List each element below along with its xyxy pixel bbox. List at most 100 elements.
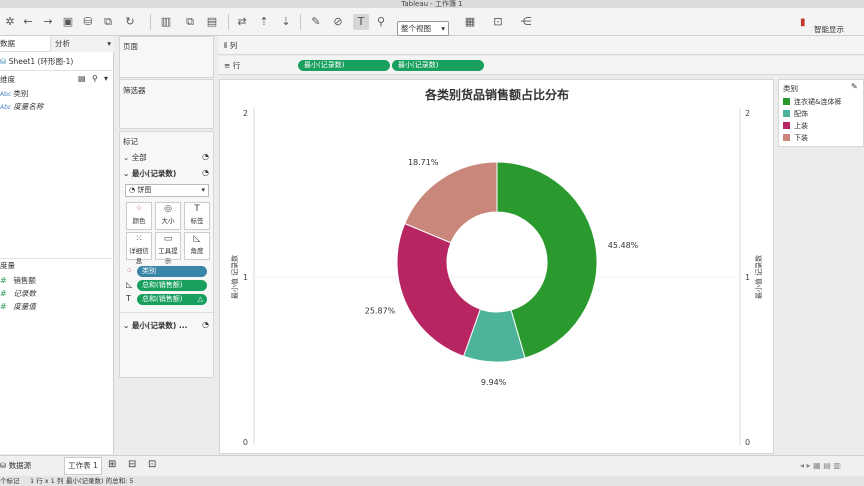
marks-all-row[interactable]: ⌄ 全部 (123, 152, 147, 163)
datasource-item[interactable]: ⛁ Sheet1 (环形图-1) (0, 56, 73, 68)
pill-category-color[interactable]: 类别 (137, 266, 207, 277)
field-measure-names[interactable]: Abc 度量名称 (0, 101, 43, 113)
refresh-icon[interactable]: ↻ (122, 14, 138, 30)
sort-ascending-icon[interactable]: ⇡ (256, 14, 272, 30)
number-type-icon: # (0, 289, 7, 298)
filters-title: 筛选器 (123, 86, 146, 95)
pages-card[interactable]: 页面 (119, 36, 214, 78)
chevron-down-icon: ▾ (107, 39, 111, 48)
angle-icon: ◺ (193, 234, 201, 244)
field-measure-records[interactable]: # 记录数 (0, 288, 36, 300)
show-mark-labels-icon[interactable]: T (353, 14, 369, 30)
pie-mark-icon: ◔ (129, 186, 136, 194)
legend-item[interactable]: 配饰 (783, 109, 808, 119)
right-tick: 2 (745, 109, 750, 118)
legend-item[interactable]: 上装 (783, 121, 808, 131)
string-type-icon: Abc (0, 104, 12, 111)
fix-axes-icon[interactable]: ⚲ (373, 14, 389, 30)
clear-sheet-icon[interactable]: ▤ (204, 14, 220, 30)
tab-data[interactable]: 数据 (0, 36, 50, 52)
label-icon: T (194, 204, 200, 214)
filters-card[interactable]: 筛选器 (119, 79, 214, 129)
edit-icon[interactable]: ✎ (851, 82, 858, 91)
new-dashboard-icon[interactable]: ⊟ (128, 459, 136, 470)
size-button[interactable]: ◎ 大小 (155, 202, 181, 230)
show-me-icon[interactable]: ▮ (800, 17, 806, 28)
columns-icon: ⦀ (224, 41, 228, 50)
marks-all-label: 全部 (131, 153, 147, 162)
number-type-icon: # (0, 302, 7, 311)
marks-min-records-2-row[interactable]: ⌄ 最小(记录数) ... (123, 320, 187, 331)
chevron-down-icon[interactable]: ▾ (104, 74, 108, 83)
field-dimension-category[interactable]: Abc 类别 (0, 88, 28, 100)
worksheet-view[interactable]: 各类别货品销售额占比分布 2 1 0 2 1 0 最小值 记录数 最小值 记录数… (219, 79, 774, 454)
duplicate-sheet-icon[interactable]: ⧉ (182, 14, 198, 30)
angle-button-label: 角度 (190, 247, 204, 255)
marks-min-records-row[interactable]: ⌄ 最小(记录数) (123, 168, 176, 179)
tableau-logo-icon[interactable]: ✲ (2, 14, 18, 30)
label-button-label: 标签 (190, 217, 204, 225)
new-worksheet-icon[interactable]: ⊞ (108, 459, 116, 470)
slice-label: 45.48% (608, 241, 639, 250)
legend-item[interactable]: 连衣裙&连体裤 (783, 97, 841, 107)
measures-header: 度量 (0, 260, 15, 272)
right-axis-title: 最小值 记录数 (754, 255, 763, 299)
share-icon[interactable]: ⋲ (518, 14, 534, 30)
field-label: 度量名称 (13, 102, 44, 111)
donut-slice[interactable] (396, 222, 481, 357)
left-tick: 1 (243, 273, 248, 282)
new-datasource-icon[interactable]: ⛁ (80, 14, 96, 30)
pill-sales-label[interactable]: 总和(销售额) △ (137, 294, 207, 305)
sheet-tab-1-label: 工作表 1 (68, 461, 98, 470)
group-members-icon[interactable]: ⊘ (330, 14, 346, 30)
marks-card: 标记 ⌄ 全部 ◔ ⌄ 最小(记录数) ◔ ◔ 饼图 ▾ ⁘ 颜色 ◎ 大小 T… (119, 131, 214, 378)
legend-swatch (783, 122, 790, 129)
show-cards-icon[interactable]: ▦ (462, 14, 478, 30)
highlight-icon[interactable]: ✎ (308, 14, 324, 30)
pause-updates-icon[interactable]: ⧉ (100, 14, 116, 30)
angle-icon: ◺ (126, 280, 133, 289)
color-legend[interactable]: 类别 ✎ 连衣裙&连体裤 配饰 上装 下装 (778, 79, 864, 147)
fit-select[interactable]: 整个视图 ▾ (397, 21, 449, 36)
tooltip-button[interactable]: ▭ 工具提示 (155, 232, 181, 265)
rows-pill-min-records-1[interactable]: 最小(记录数) (298, 60, 390, 71)
legend-item[interactable]: 下装 (783, 133, 808, 143)
rows-shelf-label: ≡ 行 (224, 60, 240, 71)
forward-icon[interactable]: → (40, 14, 56, 30)
rows-icon: ≡ (224, 61, 231, 70)
rows-pill-min-records-2[interactable]: 最小(记录数) (392, 60, 484, 71)
chevron-down-icon: ⌄ (123, 153, 130, 162)
color-button[interactable]: ⁘ 颜色 (126, 202, 152, 230)
columns-shelf[interactable]: ⦀ 列 (218, 36, 864, 55)
tab-nav-icon[interactable]: ◂ ▸ ▦ ▤ ▥ (800, 461, 841, 470)
rows-shelf[interactable]: ≡ 行 最小(记录数) 最小(记录数) (218, 56, 864, 75)
save-icon[interactable]: ▣ (60, 14, 76, 30)
field-measure-sales[interactable]: # 销售额 (0, 275, 36, 287)
size-button-label: 大小 (161, 217, 175, 225)
fit-select-value: 整个视图 (401, 24, 431, 33)
cards-column: 页面 筛选器 标记 ⌄ 全部 ◔ ⌄ 最小(记录数) ◔ ◔ 饼图 ▾ ⁘ 颜色… (115, 36, 217, 454)
field-measure-values[interactable]: # 度量值 (0, 301, 36, 313)
presentation-mode-icon[interactable]: ⊡ (490, 14, 506, 30)
label-button[interactable]: T 标签 (184, 202, 210, 230)
datasource-tab-label: 数据源 (8, 461, 32, 470)
new-story-icon[interactable]: ⊡ (148, 459, 156, 470)
datasource-tab[interactable]: ⛁ 数据源 (0, 460, 31, 471)
angle-button[interactable]: ◺ 角度 (184, 232, 210, 260)
tab-analysis[interactable]: 分析 ▾ (50, 36, 114, 52)
detail-button-label: 详细信息 (129, 247, 149, 265)
legend-swatch (783, 110, 790, 117)
sheet-tab-1[interactable]: 工作表 1 (64, 457, 102, 475)
back-icon[interactable]: ← (20, 14, 36, 30)
swap-rows-columns-icon[interactable]: ⇄ (234, 14, 250, 30)
search-icon[interactable]: ⚲ (92, 74, 98, 83)
mark-type-select[interactable]: ◔ 饼图 ▾ (125, 184, 209, 197)
new-worksheet-icon[interactable]: ▥ (158, 14, 174, 30)
find-field-icon[interactable]: ▤ (78, 74, 86, 83)
donut-chart[interactable]: 各类别货品销售额占比分布 2 1 0 2 1 0 最小值 记录数 最小值 记录数… (220, 80, 773, 453)
left-axis-title: 最小值 记录数 (230, 255, 239, 299)
pill-sales-angle[interactable]: 总和(销售额) (137, 280, 207, 291)
show-me-button[interactable]: 智能显示 (814, 24, 844, 35)
sort-descending-icon[interactable]: ⇣ (278, 14, 294, 30)
detail-button[interactable]: ⁙ 详细信息 (126, 232, 152, 265)
